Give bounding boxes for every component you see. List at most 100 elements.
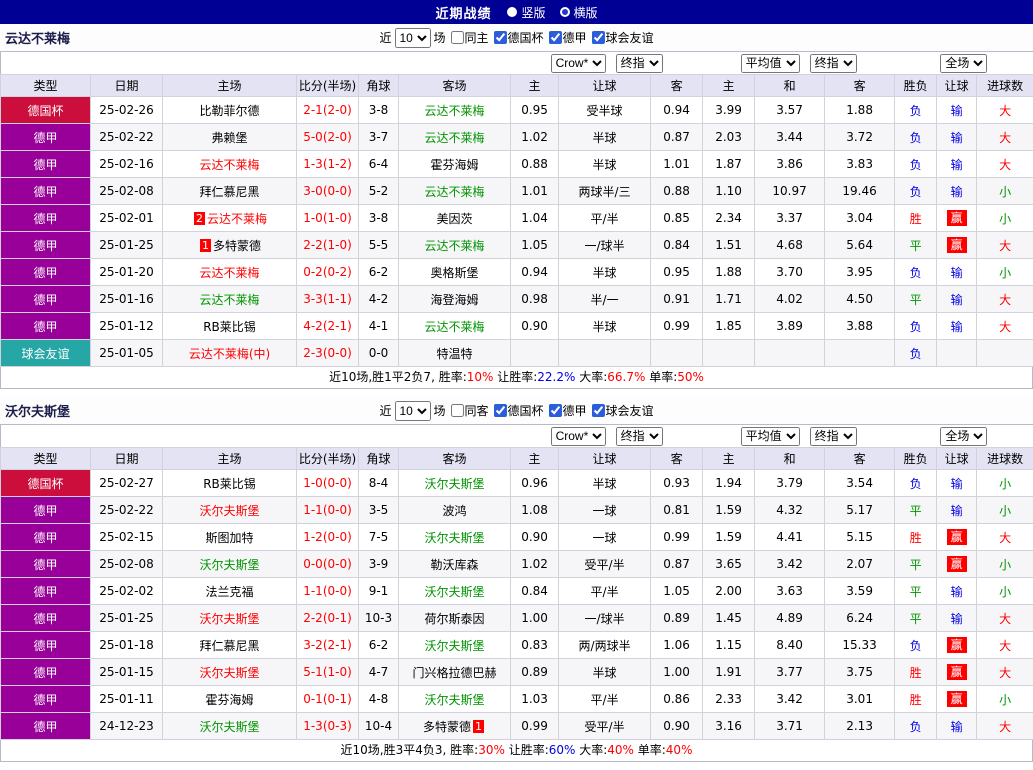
team-link[interactable]: 沃尔夫斯堡 xyxy=(425,531,485,545)
team-link[interactable]: 云达不莱梅(中) xyxy=(189,347,270,361)
checkbox-input[interactable] xyxy=(549,404,562,417)
checkbox-input[interactable] xyxy=(450,404,463,417)
checkbox-input[interactable] xyxy=(494,31,507,44)
date-cell: 25-01-05 xyxy=(91,340,163,367)
team-link[interactable]: 美因茨 xyxy=(437,212,473,226)
filter-checkbox[interactable]: 德国杯 xyxy=(489,402,544,419)
euro-odds-source-select-0[interactable]: 平均值 xyxy=(741,54,800,73)
result-cell: 负 xyxy=(895,259,937,286)
team-link[interactable]: 云达不莱梅 xyxy=(425,131,485,145)
result-cell: 胜 xyxy=(895,686,937,713)
asian-odds-source-select-0[interactable]: Crow* xyxy=(551,427,606,446)
asian-odds-source-select-1[interactable]: 终指 xyxy=(616,427,663,446)
checkbox-input[interactable] xyxy=(494,404,507,417)
team-link[interactable]: 沃尔夫斯堡 xyxy=(199,720,259,734)
team-link[interactable]: 沃尔夫斯堡 xyxy=(425,585,485,599)
team-link[interactable]: 海登海姆 xyxy=(431,293,479,307)
handicap-home-odds: 0.83 xyxy=(511,632,559,659)
goals-cell: 大 xyxy=(977,232,1033,259)
team-link[interactable]: 特温特 xyxy=(437,347,473,361)
filter-checkbox[interactable]: 球会友谊 xyxy=(587,29,654,46)
team-link[interactable]: 比勒菲尔德 xyxy=(199,104,259,118)
euro-home-odds: 2.33 xyxy=(703,686,755,713)
summary-segment: 让胜率: xyxy=(493,370,537,384)
euro-odds-source-select-1[interactable]: 终指 xyxy=(810,54,857,73)
checkbox-input[interactable] xyxy=(592,31,605,44)
euro-away-odds: 5.64 xyxy=(825,232,895,259)
result-cell: 平 xyxy=(895,605,937,632)
team-link[interactable]: 门兴格拉德巴赫 xyxy=(413,666,497,680)
filter-checkbox[interactable]: 德甲 xyxy=(544,402,587,419)
team-link[interactable]: 沃尔夫斯堡 xyxy=(425,693,485,707)
team-link[interactable]: 云达不莱梅 xyxy=(425,104,485,118)
team-link[interactable]: 云达不莱梅 xyxy=(425,239,485,253)
corners-cell: 4-1 xyxy=(359,313,399,340)
filter-checkbox[interactable]: 同客 xyxy=(445,402,488,419)
checkbox-input[interactable] xyxy=(450,31,463,44)
team-link[interactable]: 弗赖堡 xyxy=(211,131,247,145)
team-link[interactable]: 斯图加特 xyxy=(205,531,253,545)
team-link[interactable]: 多特蒙德 xyxy=(423,720,471,734)
summary-segment: 30% xyxy=(478,743,505,757)
asian-odds-source-select-0[interactable]: Crow* xyxy=(551,54,606,73)
near-label: 近 xyxy=(379,29,391,46)
team-link[interactable]: 沃尔夫斯堡 xyxy=(425,639,485,653)
team-link[interactable]: 沃尔夫斯堡 xyxy=(199,612,259,626)
team-link[interactable]: 云达不莱梅 xyxy=(199,266,259,280)
euro-draw-odds: 8.40 xyxy=(755,632,825,659)
handicap-home-odds: 0.88 xyxy=(511,151,559,178)
team-link[interactable]: 霍芬海姆 xyxy=(431,158,479,172)
match-count-select[interactable]: 10 xyxy=(394,28,430,48)
handicap-result-cell: 赢 xyxy=(937,205,977,232)
handicap-away-odds: 0.88 xyxy=(651,178,703,205)
goals-cell: 大 xyxy=(977,632,1033,659)
team-link[interactable]: 拜仁慕尼黑 xyxy=(199,639,259,653)
team-section-1: 沃尔夫斯堡近10场同客德国杯德甲球会友谊Crow*终指平均值终指全场类型日期主场… xyxy=(0,397,1033,762)
team-link[interactable]: 沃尔夫斯堡 xyxy=(199,666,259,680)
team-link[interactable]: 云达不莱梅 xyxy=(425,185,485,199)
scope-select-0[interactable]: 全场 xyxy=(940,54,987,73)
euro-away-odds: 3.54 xyxy=(825,470,895,497)
layout-radio-horizontal[interactable]: 横版 xyxy=(560,4,598,21)
team-link[interactable]: 多特蒙德 xyxy=(213,239,261,253)
team-link[interactable]: 云达不莱梅 xyxy=(207,212,267,226)
team-link[interactable]: 沃尔夫斯堡 xyxy=(199,558,259,572)
team-link[interactable]: 沃尔夫斯堡 xyxy=(199,504,259,518)
euro-draw-odds: 4.41 xyxy=(755,524,825,551)
filter-checkbox[interactable]: 球会友谊 xyxy=(587,402,654,419)
euro-away-odds: 2.13 xyxy=(825,713,895,740)
filter-checkbox[interactable]: 同主 xyxy=(445,29,488,46)
euro-odds-source-select-1[interactable]: 终指 xyxy=(810,427,857,446)
radio-icon[interactable] xyxy=(560,7,570,17)
team-link[interactable]: 霍芬海姆 xyxy=(205,693,253,707)
handicap-home-odds: 1.03 xyxy=(511,686,559,713)
team-link[interactable]: RB莱比锡 xyxy=(203,477,256,491)
radio-icon[interactable] xyxy=(507,7,517,17)
team-link[interactable]: 沃尔夫斯堡 xyxy=(425,477,485,491)
handicap-away-odds: 0.95 xyxy=(651,259,703,286)
team-link[interactable]: 勒沃库森 xyxy=(431,558,479,572)
team-link[interactable]: RB莱比锡 xyxy=(203,320,256,334)
table-row: 德甲25-01-12RB莱比锡4-2(2-1)4-1云达不莱梅0.90半球0.9… xyxy=(1,313,1033,340)
checkbox-input[interactable] xyxy=(549,31,562,44)
section-header: 沃尔夫斯堡近10场同客德国杯德甲球会友谊 xyxy=(0,397,1033,424)
team-link[interactable]: 云达不莱梅 xyxy=(425,320,485,334)
team-link[interactable]: 荷尔斯泰因 xyxy=(425,612,485,626)
team-link[interactable]: 波鸿 xyxy=(443,504,467,518)
euro-odds-source-select-0[interactable]: 平均值 xyxy=(741,427,800,446)
match-count-select[interactable]: 10 xyxy=(394,401,430,421)
summary-segment: 大率: xyxy=(575,370,607,384)
team-link[interactable]: 拜仁慕尼黑 xyxy=(199,185,259,199)
filter-checkbox[interactable]: 德国杯 xyxy=(489,29,544,46)
team-link[interactable]: 奥格斯堡 xyxy=(431,266,479,280)
scope-select-0[interactable]: 全场 xyxy=(940,427,987,446)
layout-radio-vertical[interactable]: 竖版 xyxy=(507,4,545,21)
euro-away-odds: 3.88 xyxy=(825,313,895,340)
team-link[interactable]: 云达不莱梅 xyxy=(199,158,259,172)
checkbox-input[interactable] xyxy=(592,404,605,417)
team-link[interactable]: 法兰克福 xyxy=(205,585,253,599)
section-header: 云达不莱梅近10场同主德国杯德甲球会友谊 xyxy=(0,24,1033,51)
asian-odds-source-select-1[interactable]: 终指 xyxy=(616,54,663,73)
team-link[interactable]: 云达不莱梅 xyxy=(199,293,259,307)
filter-checkbox[interactable]: 德甲 xyxy=(544,29,587,46)
